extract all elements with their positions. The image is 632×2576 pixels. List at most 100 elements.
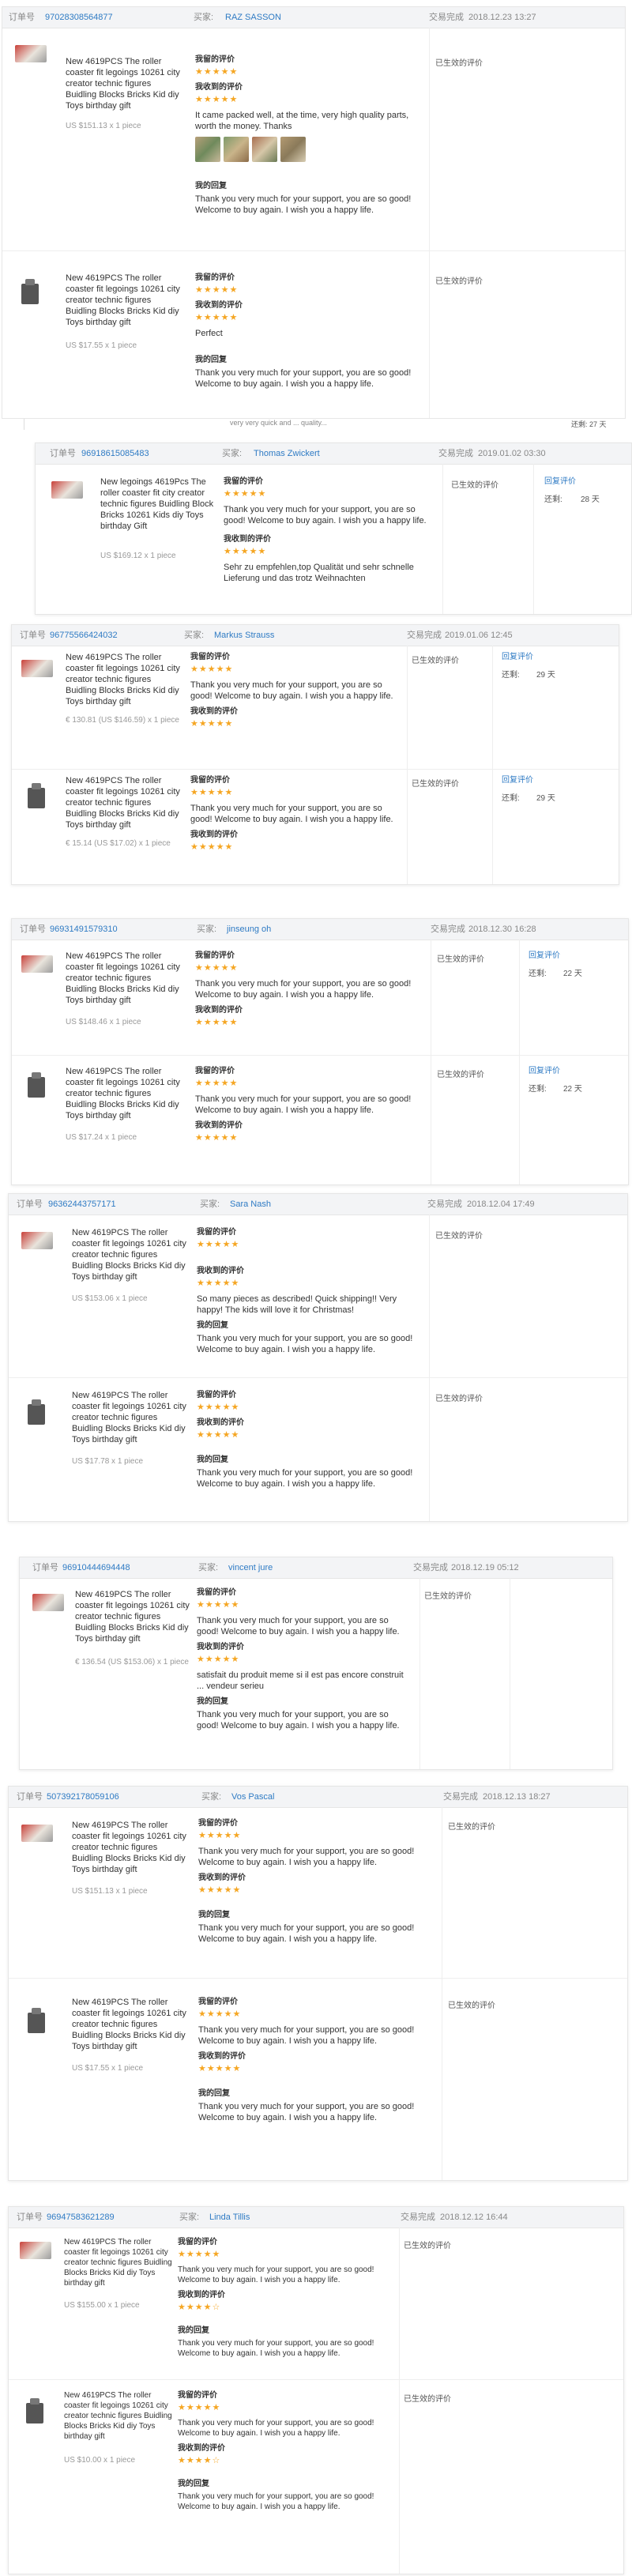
order-item: New 4619PCS The roller coaster fit legoi… xyxy=(9,1218,627,1388)
buyer-link[interactable]: jinseung oh xyxy=(227,919,271,940)
reply-review-link[interactable]: 回复评价 xyxy=(529,1066,560,1077)
order-date: 2019.01.06 12:45 xyxy=(445,631,513,640)
review-photo[interactable] xyxy=(224,137,249,162)
order-id-link[interactable]: 96947583621289 xyxy=(47,2207,115,2228)
received-rating-stars: ★★★★★ xyxy=(195,95,239,104)
remaining-label: 还剩: xyxy=(502,671,520,680)
product-title[interactable]: New 4619PCS The roller coaster fit legoi… xyxy=(66,951,184,1006)
review-status: 已生效的评价 xyxy=(437,955,484,964)
my-review-text: Thank you very much for your support, yo… xyxy=(190,680,393,701)
review-column: 我留的评价 ★★★★★ 我收到的评价 ★★★★★ Perfect 我的回复 Th… xyxy=(195,273,416,394)
received-review-label: 我收到的评价 xyxy=(195,1121,243,1130)
review-photo[interactable] xyxy=(280,137,306,162)
order-id-link[interactable]: 96362443757171 xyxy=(48,1194,116,1215)
product-thumbnail[interactable] xyxy=(13,40,48,75)
received-review-label: 我收到的评价 xyxy=(224,535,271,544)
product-thumbnail[interactable] xyxy=(20,1393,55,1428)
review-status: 已生效的评价 xyxy=(404,2395,451,2404)
received-review-label: 我收到的评价 xyxy=(197,1418,244,1427)
review-column: 我留的评价 ★★★★★ Thank you very much for your… xyxy=(198,1997,423,2128)
product-thumbnail[interactable] xyxy=(20,1820,55,1855)
buyer-link[interactable]: Linda Tillis xyxy=(209,2207,250,2228)
product-thumbnail[interactable] xyxy=(18,2392,53,2427)
buyer-link[interactable]: Thomas Zwickert xyxy=(254,443,320,464)
product-thumbnail[interactable] xyxy=(31,1589,66,1624)
review-photo[interactable] xyxy=(252,137,277,162)
my-review-text: Thank you very much for your support, yo… xyxy=(198,1847,415,1867)
product-title[interactable]: New 4619PCS The roller coaster fit legoi… xyxy=(72,1820,190,1875)
order-id-link[interactable]: 96931491579310 xyxy=(50,919,118,940)
my-rating-stars: ★★★★★ xyxy=(178,2250,221,2259)
product-thumbnail[interactable] xyxy=(18,2237,53,2272)
product-thumbnail[interactable] xyxy=(13,273,48,307)
product-thumbnail[interactable] xyxy=(20,655,55,690)
my-rating-stars: ★★★★★ xyxy=(178,2403,221,2412)
product-title[interactable]: New 4619PCS The roller coaster fit legoi… xyxy=(72,1997,190,2052)
order-id-link[interactable]: 97028308564877 xyxy=(45,7,113,28)
buyer-link[interactable]: Vos Pascal xyxy=(231,1787,274,1807)
order-header: 订单号 96918615085483 买家: Thomas Zwickert 交… xyxy=(36,443,631,465)
my-review-label: 我留的评价 xyxy=(190,776,230,785)
product-thumbnail[interactable] xyxy=(20,777,55,812)
product-title[interactable]: New 4619PCS The roller coaster fit legoi… xyxy=(75,1589,194,1644)
product-thumbnail[interactable] xyxy=(50,476,85,511)
received-review-label: 我收到的评价 xyxy=(190,707,238,716)
order-header: 订单号 507392178059106 买家: Vos Pascal 交易完成 … xyxy=(9,1787,627,1808)
reply-review-link[interactable]: 回复评价 xyxy=(502,775,533,786)
my-review-label: 我留的评价 xyxy=(178,2238,217,2246)
order-item: New 4619PCS The roller coaster fit legoi… xyxy=(9,2382,623,2572)
buyer-link[interactable]: RAZ SASSON xyxy=(225,7,281,28)
order-no-label: 订单号 xyxy=(17,1792,43,1802)
reply-review-link[interactable]: 回复评价 xyxy=(502,652,533,663)
partial-row: very very quick and ... quality... 还剩: 2… xyxy=(24,419,632,430)
product-title[interactable]: New 4619PCS The roller coaster fit legoi… xyxy=(72,1390,190,1445)
reply-review-link[interactable]: 回复评价 xyxy=(529,951,560,962)
product-title[interactable]: New 4619PCS The roller coaster fit legoi… xyxy=(66,775,184,830)
product-thumbnail[interactable] xyxy=(20,1227,55,1262)
product-price: US $151.13 x 1 piece xyxy=(72,1887,148,1896)
my-review-text: Thank you very much for your support, yo… xyxy=(224,505,427,525)
product-title[interactable]: New 4619PCS The roller coaster fit legoi… xyxy=(64,2237,175,2288)
product-title[interactable]: New 4619PCS The roller coaster fit legoi… xyxy=(64,2390,175,2442)
order-no-label: 订单号 xyxy=(20,631,46,640)
product-thumbnail[interactable] xyxy=(20,2002,55,2036)
received-review-label: 我收到的评价 xyxy=(198,2052,246,2061)
product-price: US $17.55 x 1 piece xyxy=(72,2064,144,2073)
buyer-link[interactable]: vincent jure xyxy=(228,1557,273,1578)
order-id-link[interactable]: 96910444694448 xyxy=(62,1557,130,1578)
product-price: US $151.13 x 1 piece xyxy=(66,122,141,130)
completed-label: 交易完成 xyxy=(443,1792,478,1802)
review-status: 已生效的评价 xyxy=(412,780,459,789)
product-title[interactable]: New 4619PCS The roller coaster fit legoi… xyxy=(66,652,184,707)
reply-review-link[interactable]: 回复评价 xyxy=(544,476,576,488)
my-review-label: 我留的评价 xyxy=(195,273,235,282)
my-reply-label: 我的回复 xyxy=(198,2089,230,2098)
product-thumbnail[interactable] xyxy=(20,1066,55,1101)
item-divider xyxy=(12,769,619,770)
product-thumbnail[interactable] xyxy=(20,951,55,985)
review-photo[interactable] xyxy=(195,137,220,162)
review-column: 我留的评价 ★★★★★ Thank you very much for your… xyxy=(195,951,416,1033)
product-title[interactable]: New 4619PCS The roller coaster fit legoi… xyxy=(66,56,184,111)
order-date: 2018.12.19 05:12 xyxy=(451,1563,519,1572)
my-reply-label: 我的回复 xyxy=(198,1911,230,1919)
order-no-label: 订单号 xyxy=(17,1199,43,1209)
received-rating-stars: ★★★★★ xyxy=(195,1018,239,1027)
product-title[interactable]: New 4619PCS The roller coaster fit legoi… xyxy=(66,1066,184,1121)
buyer-label: 买家: xyxy=(200,1199,220,1209)
review-column: 我留的评价 ★★★★★ Thank you very much for your… xyxy=(197,1587,410,1736)
received-rating-stars: ★★★★☆ xyxy=(178,2303,221,2312)
order-date: 2018.12.04 17:49 xyxy=(467,1199,535,1209)
completed-label: 交易完成 xyxy=(427,1199,462,1209)
buyer-label: 买家: xyxy=(194,13,214,22)
buyer-review-text: It came packed well, at the time, very h… xyxy=(195,111,409,131)
product-title[interactable]: New 4619PCS The roller coaster fit legoi… xyxy=(72,1227,190,1282)
product-title[interactable]: New 4619PCS The roller coaster fit legoi… xyxy=(66,273,184,328)
order-id-link[interactable]: 96918615085483 xyxy=(81,443,149,464)
order-id-link[interactable]: 96775566424032 xyxy=(50,625,118,646)
order-header: 订单号 96947583621289 买家: Linda Tillis 交易完成… xyxy=(9,2207,623,2228)
buyer-link[interactable]: Sara Nash xyxy=(230,1194,271,1215)
order-id-link[interactable]: 507392178059106 xyxy=(47,1787,119,1807)
product-title[interactable]: New legoings 4619Pcs The roller coaster … xyxy=(100,476,219,532)
buyer-link[interactable]: Markus Strauss xyxy=(214,625,274,646)
